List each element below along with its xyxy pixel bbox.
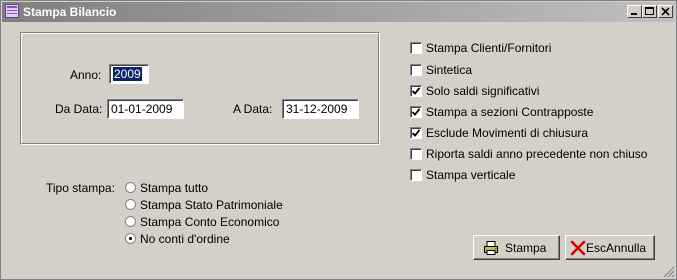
option-label: Riporta saldi anno precedente non chiuso — [426, 147, 648, 161]
checkbox-unchecked[interactable] — [410, 169, 422, 181]
minimize-button[interactable] — [627, 5, 642, 18]
tipo-stampa-option-label: Stampa tutto — [140, 181, 209, 195]
checkmark-icon — [411, 129, 421, 137]
annulla-button-esc: Esc — [586, 241, 607, 255]
da-data-input[interactable]: 01-01-2009 — [107, 99, 184, 119]
a-data-label: A Data: — [233, 102, 273, 116]
radio-dot — [129, 237, 132, 240]
annulla-button-label: Annulla — [606, 241, 647, 255]
stampa-button[interactable]: Stampa — [473, 235, 560, 260]
option-label: Esclude Movimenti di chiusura — [426, 126, 589, 140]
minimize-icon — [631, 13, 637, 15]
red-x-icon — [570, 240, 586, 256]
checkbox-checked[interactable] — [410, 85, 422, 97]
checkbox-checked[interactable] — [410, 106, 422, 118]
radio-unselected[interactable] — [125, 216, 136, 227]
option-label: Stampa a sezioni Contrapposte — [426, 105, 594, 119]
tipo-stampa-option-label: No conti d'ordine — [140, 232, 230, 246]
da-data-label: Da Data: — [55, 102, 103, 116]
window-title: Stampa Bilancio — [23, 5, 117, 19]
radio-unselected[interactable] — [125, 182, 136, 193]
stampa-button-label: Stampa — [505, 241, 547, 255]
printer-icon — [484, 241, 498, 255]
anno-label: Anno: — [70, 68, 102, 82]
checkbox-unchecked[interactable] — [410, 148, 422, 160]
checkbox-unchecked[interactable] — [410, 64, 422, 76]
radio-selected[interactable] — [125, 233, 136, 244]
option-label: Sintetica — [426, 63, 473, 77]
anno-value: 2009 — [113, 67, 142, 81]
option-label: Solo saldi significativi — [426, 84, 540, 98]
tipo-stampa-label: Tipo stampa: — [46, 181, 115, 195]
tipo-stampa-option-label: Stampa Conto Economico — [140, 215, 280, 229]
close-button[interactable] — [658, 5, 673, 18]
checkmark-icon — [411, 87, 421, 95]
title-bar[interactable]: Stampa Bilancio — [2, 2, 675, 22]
checkbox-unchecked[interactable] — [410, 42, 422, 54]
tipo-stampa-option-label: Stampa Stato Patrimoniale — [140, 198, 283, 212]
checkmark-icon — [411, 108, 421, 116]
checkbox-checked[interactable] — [410, 127, 422, 139]
annulla-button[interactable]: EscAnnulla — [565, 235, 655, 260]
app-window-icon — [5, 4, 19, 18]
option-label: Stampa Clienti/Fornitori — [426, 41, 552, 55]
maximize-button[interactable] — [642, 5, 657, 18]
maximize-icon — [645, 7, 654, 15]
a-data-input[interactable]: 31-12-2009 — [282, 99, 359, 119]
radio-unselected[interactable] — [125, 199, 136, 210]
period-groupbox — [20, 32, 380, 145]
close-icon — [661, 7, 670, 16]
resize-grip-icon[interactable] — [663, 266, 675, 278]
window: Stampa Bilancio Anno: 2009 Da Data: 01-0… — [0, 0, 677, 280]
option-label: Stampa verticale — [426, 168, 516, 182]
anno-input[interactable]: 2009 — [109, 64, 149, 84]
